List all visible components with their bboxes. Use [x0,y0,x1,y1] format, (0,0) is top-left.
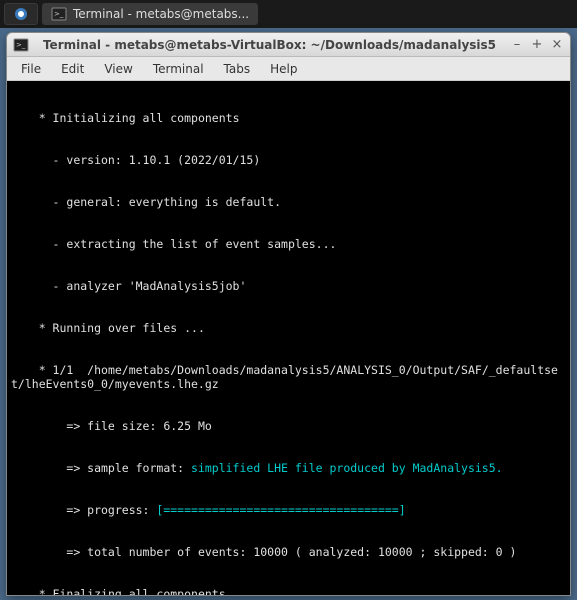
titlebar[interactable]: >_ Terminal - metabs@metabs-VirtualBox: … [7,33,570,57]
taskbar-start-button[interactable] [4,3,38,25]
taskbar: >_ Terminal - metabs@metabs... [0,0,577,28]
term-line: * 1/1 /home/metabs/Downloads/madanalysis… [11,363,566,391]
term-line: => file size: 6.25 Mo [11,419,566,433]
term-line: * Initializing all components [11,111,566,125]
svg-text:>_: >_ [54,10,64,18]
term-line: => sample format: simplified LHE file pr… [11,461,566,475]
term-line: - extracting the list of event samples..… [11,237,566,251]
minimize-button[interactable]: – [510,38,524,52]
svg-text:>_: >_ [16,41,26,49]
term-line: - version: 1.10.1 (2022/01/15) [11,153,566,167]
term-line: - analyzer 'MadAnalysis5job' [11,279,566,293]
maximize-button[interactable]: + [530,38,544,52]
taskbar-task-terminal[interactable]: >_ Terminal - metabs@metabs... [42,3,258,25]
menu-edit[interactable]: Edit [51,59,94,79]
menubar: File Edit View Terminal Tabs Help [7,57,570,81]
menu-view[interactable]: View [94,59,142,79]
menu-tabs[interactable]: Tabs [214,59,261,79]
term-line: - general: everything is default. [11,195,566,209]
window-title: Terminal - metabs@metabs-VirtualBox: ~/D… [29,38,510,52]
term-progress-bar: [==================================] [156,503,405,517]
term-progress-line: => progress: [==========================… [11,503,566,517]
term-line: * Finalizing all components ... [11,587,566,595]
menu-help[interactable]: Help [260,59,307,79]
terminal-icon: >_ [51,6,67,22]
terminal-content[interactable]: * Initializing all components - version:… [7,81,570,595]
menu-terminal[interactable]: Terminal [143,59,214,79]
terminal-icon: >_ [13,37,29,53]
term-line: => total number of events: 10000 ( analy… [11,545,566,559]
term-text: => sample format: [11,461,191,475]
taskbar-task-label: Terminal - metabs@metabs... [73,7,249,21]
whisker-menu-icon [13,6,29,22]
term-line: * Running over files ... [11,321,566,335]
term-highlight: simplified LHE file produced by MadAnaly… [191,461,503,475]
window-controls: – + × [510,38,564,52]
term-text: => progress: [11,503,156,517]
terminal-window: >_ Terminal - metabs@metabs-VirtualBox: … [6,32,571,596]
menu-file[interactable]: File [11,59,51,79]
close-button[interactable]: × [550,38,564,52]
